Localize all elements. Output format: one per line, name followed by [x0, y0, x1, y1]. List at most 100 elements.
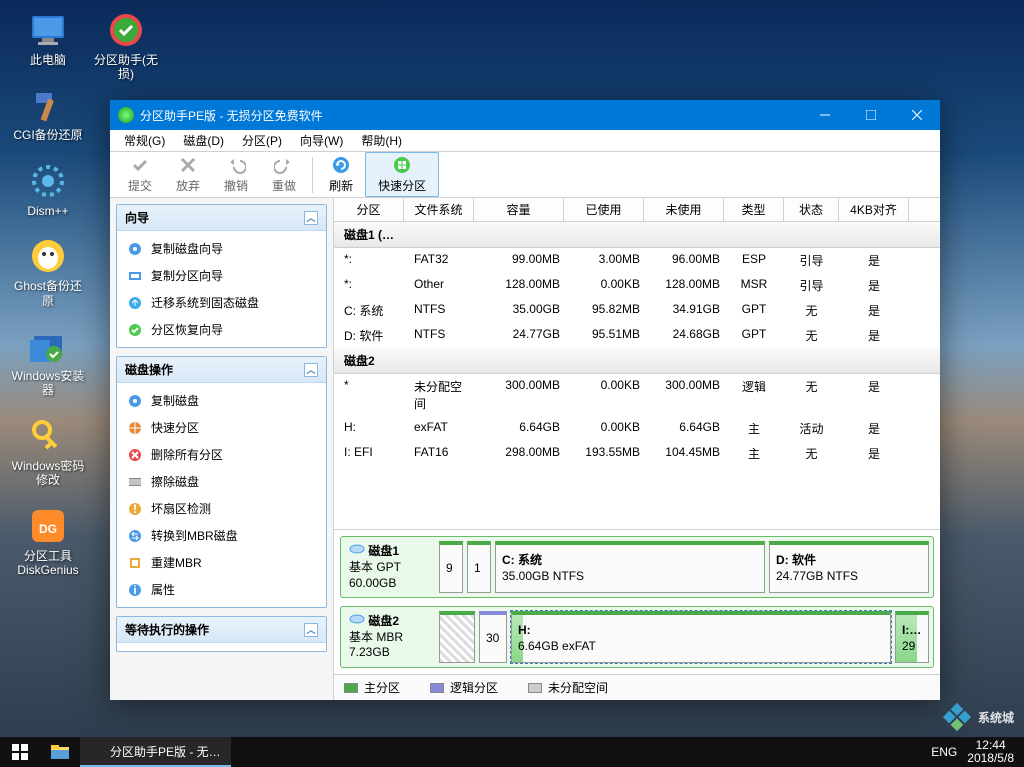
- col-3[interactable]: 已使用: [564, 198, 644, 221]
- copydisk-icon: [127, 393, 143, 409]
- op-recover[interactable]: 分区恢复向导: [117, 316, 326, 343]
- op-badsec[interactable]: !坏扇区检测: [117, 495, 326, 522]
- taskbar-explorer-icon[interactable]: [40, 737, 80, 767]
- col-2[interactable]: 容量: [474, 198, 564, 221]
- window-title: 分区助手PE版 - 无损分区免费软件: [140, 107, 802, 124]
- op-migrate[interactable]: 迁移系统到固态磁盘: [117, 289, 326, 316]
- main-panel: 分区文件系统容量已使用未使用类型状态4KB对齐 磁盘1 (…*:FAT3299.…: [333, 198, 940, 700]
- copydisk-icon: [127, 241, 143, 257]
- desktop-icon-pa[interactable]: 分区助手(无损): [88, 10, 164, 82]
- menu-向导(W)[interactable]: 向导(W): [292, 130, 351, 151]
- tb-redo: 重做: [260, 153, 308, 196]
- close-button[interactable]: [894, 100, 940, 130]
- desktop-icon-dg[interactable]: DG分区工具DiskGenius: [10, 506, 86, 578]
- diskmap-0: 磁盘1基本 GPT60.00GB91C: 系统35.00GB NTFSD: 软件…: [340, 536, 934, 598]
- app-window: 分区助手PE版 - 无损分区免费软件 常规(G)磁盘(D)分区(P)向导(W)帮…: [110, 100, 940, 700]
- chevron-up-icon[interactable]: ︿: [304, 211, 318, 225]
- disk-group-0[interactable]: 磁盘1 (…: [334, 222, 940, 248]
- quick-icon: [392, 155, 412, 175]
- op-delall[interactable]: 删除所有分区: [117, 441, 326, 468]
- chevron-up-icon[interactable]: ︿: [304, 623, 318, 637]
- op-copypart[interactable]: 复制分区向导: [117, 262, 326, 289]
- partition-row[interactable]: H:exFAT6.64GB0.00KB6.64GB主活动是: [334, 416, 940, 441]
- tb-discard: 放弃: [164, 153, 212, 196]
- taskbar-app[interactable]: 分区助手PE版 - 无…: [80, 737, 231, 767]
- key-icon: [28, 416, 68, 456]
- recover-icon: [127, 322, 143, 338]
- partition-row[interactable]: *:Other128.00MB0.00KB128.00MBMSR引导是: [334, 273, 940, 298]
- col-1[interactable]: 文件系统: [404, 198, 474, 221]
- diskmap-seg[interactable]: [439, 611, 475, 663]
- panel-head[interactable]: 等待执行的操作︿: [117, 617, 326, 643]
- maximize-button[interactable]: [848, 100, 894, 130]
- op-props[interactable]: i属性: [117, 576, 326, 603]
- partition-row[interactable]: I: EFIFAT16298.00MB193.55MB104.45MB主无是: [334, 441, 940, 466]
- tb-refresh[interactable]: 刷新: [317, 153, 365, 196]
- col-4[interactable]: 未使用: [644, 198, 724, 221]
- desktop-icon-key[interactable]: Windows密码修改: [10, 416, 86, 488]
- diskmap-seg[interactable]: C: 系统35.00GB NTFS: [495, 541, 765, 593]
- diskmap-info[interactable]: 磁盘2基本 MBR7.23GB: [345, 611, 435, 663]
- partition-row[interactable]: D: 软件NTFS24.77GB95.51MB24.68GBGPT无是: [334, 323, 940, 348]
- delall-icon: [127, 447, 143, 463]
- desktop-icon-wininst[interactable]: Windows安装器: [10, 326, 86, 398]
- diskmap-info[interactable]: 磁盘1基本 GPT60.00GB: [345, 541, 435, 593]
- menu-常规(G)[interactable]: 常规(G): [116, 130, 173, 151]
- redo-icon: [274, 155, 294, 175]
- grid-body: 磁盘1 (…*:FAT3299.00MB3.00MB96.00MBESP引导是*…: [334, 222, 940, 529]
- tb-quick[interactable]: 快速分区: [365, 152, 439, 197]
- migrate-icon: [127, 295, 143, 311]
- app-icon: [90, 744, 104, 758]
- legend: 主分区逻辑分区未分配空间: [334, 674, 940, 700]
- col-6[interactable]: 状态: [784, 198, 839, 221]
- op-quick2[interactable]: 快速分区: [117, 414, 326, 441]
- hammer-icon: [28, 85, 68, 125]
- panel-head[interactable]: 磁盘操作︿: [117, 357, 326, 383]
- diskmap-seg[interactable]: 1: [467, 541, 491, 593]
- desktop-icon-gear[interactable]: Dism++: [10, 161, 86, 218]
- chevron-up-icon[interactable]: ︿: [304, 363, 318, 377]
- desktop-icon-pc[interactable]: 此电脑: [10, 10, 86, 67]
- diskmap-seg[interactable]: 9: [439, 541, 463, 593]
- svg-text:!: !: [133, 502, 137, 516]
- system-tray[interactable]: ENG 12:44 2018/5/8: [921, 739, 1024, 765]
- op-convert[interactable]: 转换到MBR磁盘: [117, 522, 326, 549]
- desktop: 此电脑 CGI备份还原 Dism++ Ghost备份还原 Windows安装器 Windo…: [0, 0, 1024, 767]
- legend-item: 逻辑分区: [430, 679, 498, 696]
- col-7[interactable]: 4KB对齐: [839, 198, 909, 221]
- disk-group-1[interactable]: 磁盘2: [334, 348, 940, 374]
- diskmap-seg[interactable]: H:6.64GB exFAT: [511, 611, 891, 663]
- wipe-icon: [127, 474, 143, 490]
- legend-item: 主分区: [344, 679, 400, 696]
- watermark: 系统城: [942, 702, 1014, 732]
- titlebar[interactable]: 分区助手PE版 - 无损分区免费软件: [110, 100, 940, 130]
- ghost-icon: [28, 236, 68, 276]
- undo-icon: [226, 155, 246, 175]
- op-rebuild[interactable]: 重建MBR: [117, 549, 326, 576]
- col-5[interactable]: 类型: [724, 198, 784, 221]
- col-0[interactable]: 分区: [334, 198, 404, 221]
- svg-text:DG: DG: [39, 522, 57, 536]
- menu-帮助(H)[interactable]: 帮助(H): [353, 130, 410, 151]
- partition-row[interactable]: *:FAT3299.00MB3.00MB96.00MBESP引导是: [334, 248, 940, 273]
- tray-lang[interactable]: ENG: [931, 745, 957, 759]
- app-icon: [118, 107, 134, 123]
- desktop-icon-hammer[interactable]: CGI备份还原: [10, 85, 86, 142]
- partition-row[interactable]: *未分配空间300.00MB0.00KB300.00MB逻辑无是: [334, 374, 940, 416]
- menu-分区(P)[interactable]: 分区(P): [234, 130, 290, 151]
- minimize-button[interactable]: [802, 100, 848, 130]
- op-copydisk[interactable]: 复制磁盘向导: [117, 235, 326, 262]
- diskmap-seg[interactable]: I:…29: [895, 611, 929, 663]
- op-copydisk[interactable]: 复制磁盘: [117, 387, 326, 414]
- menu-磁盘(D)[interactable]: 磁盘(D): [175, 130, 232, 151]
- commit-icon: [130, 155, 150, 175]
- panel-head[interactable]: 向导︿: [117, 205, 326, 231]
- op-wipe[interactable]: 擦除磁盘: [117, 468, 326, 495]
- tray-date[interactable]: 2018/5/8: [967, 752, 1014, 765]
- start-button[interactable]: [0, 737, 40, 767]
- diskmap-seg[interactable]: 30: [479, 611, 507, 663]
- desktop-icon-ghost[interactable]: Ghost备份还原: [10, 236, 86, 308]
- diskmap-seg[interactable]: D: 软件24.77GB NTFS: [769, 541, 929, 593]
- copypart-icon: [127, 268, 143, 284]
- partition-row[interactable]: C: 系统NTFS35.00GB95.82MB34.91GBGPT无是: [334, 298, 940, 323]
